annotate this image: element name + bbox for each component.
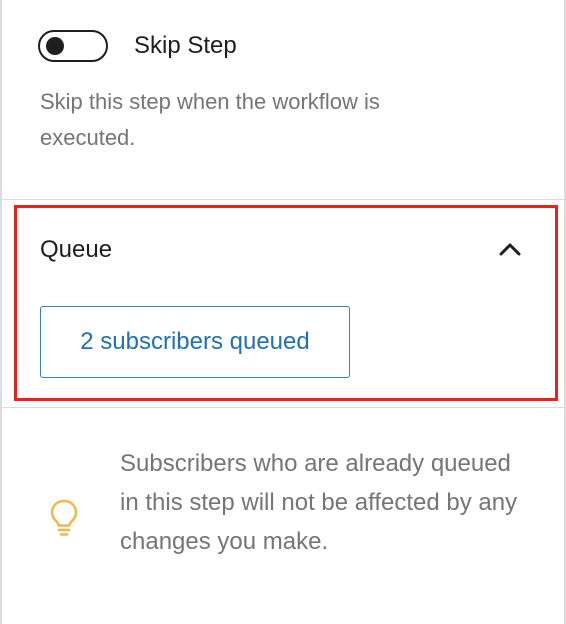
skip-step-section: Skip Step Skip this step when the workfl… bbox=[2, 0, 564, 200]
skip-step-toggle[interactable] bbox=[38, 30, 108, 62]
skip-step-toggle-row: Skip Step bbox=[38, 30, 237, 62]
lightbulb-icon bbox=[50, 499, 78, 536]
step-settings-panel: Skip Step Skip this step when the workfl… bbox=[0, 0, 566, 624]
queue-panel-title: Queue bbox=[40, 236, 113, 263]
skip-step-help-text: Skip this step when the workflow is exec… bbox=[40, 89, 380, 150]
toggle-knob bbox=[46, 37, 64, 55]
queue-notice-text: Subscribers who are already queued in th… bbox=[120, 450, 518, 555]
skip-step-label: Skip Step bbox=[134, 32, 237, 59]
chevron-up-icon[interactable] bbox=[498, 238, 522, 262]
queue-section: Queue 2 subscribers queued bbox=[2, 200, 564, 408]
subscribers-queued-button[interactable]: 2 subscribers queued bbox=[40, 306, 350, 378]
